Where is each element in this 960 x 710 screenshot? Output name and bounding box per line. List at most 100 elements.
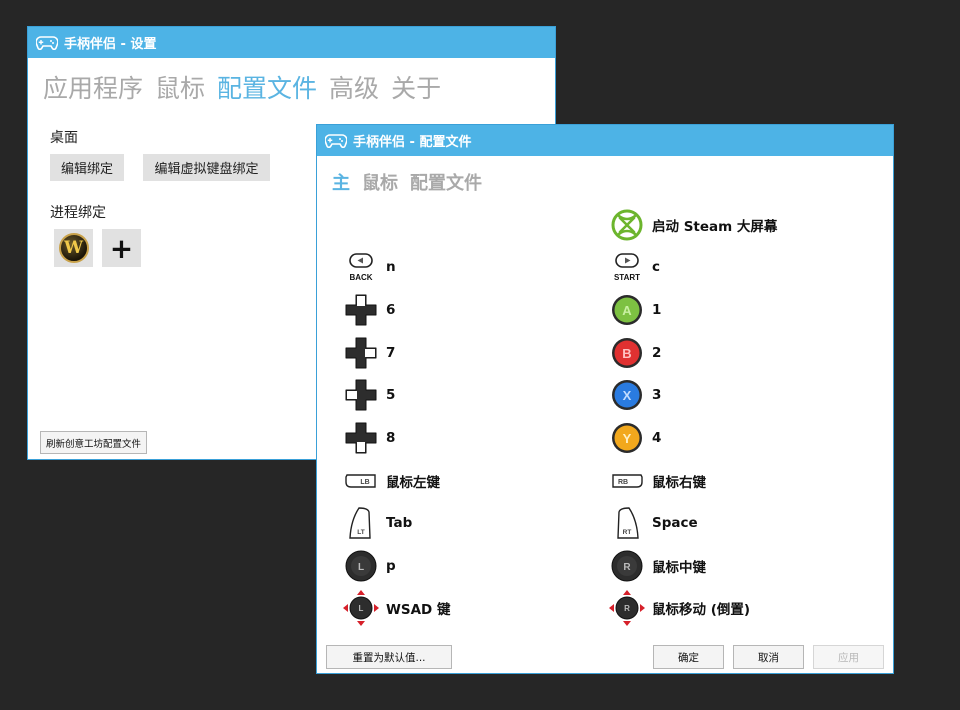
binding-row-x[interactable]: X 3 [607, 377, 661, 413]
tab-main[interactable]: 主 [332, 169, 350, 195]
binding-label: c [652, 259, 661, 275]
reset-defaults-button[interactable]: 重置为默认值... [326, 645, 452, 669]
right-stick-icon: R [607, 548, 647, 584]
binding-label: 5 [386, 387, 396, 403]
lb-bumper-icon: LB [341, 463, 381, 499]
dpad-left-icon [341, 377, 381, 413]
binding-row-back[interactable]: BACK n [341, 249, 396, 285]
dpad-up-icon [341, 292, 381, 328]
binding-label: 7 [386, 345, 396, 361]
wow-icon-letter: W [63, 238, 84, 258]
b-icon-text: B [622, 346, 631, 361]
binding-label: 8 [386, 430, 396, 446]
binding-row-y[interactable]: Y 4 [607, 420, 661, 456]
binding-row-dpad-down[interactable]: 8 [341, 420, 395, 456]
right-stick-icon-text: R [623, 562, 631, 573]
b-button-icon: B [607, 335, 647, 371]
edit-binding-button[interactable]: 编辑绑定 [50, 154, 124, 181]
wow-process-tile[interactable]: W [54, 229, 93, 267]
binding-label: 鼠标移动 (倒置) [652, 602, 751, 618]
binding-label: 鼠标中键 [652, 560, 706, 576]
binding-row-lt[interactable]: LT Tab [341, 505, 412, 541]
binding-label: p [386, 558, 396, 574]
binding-row-a[interactable]: A 1 [607, 292, 661, 328]
binding-label: 2 [652, 345, 662, 361]
binding-label: 鼠标左键 [386, 475, 440, 491]
tab-profiles[interactable]: 配置文件 [217, 69, 317, 105]
left-stick-icon: L [341, 548, 381, 584]
rb-bumper-icon: RB [607, 463, 647, 499]
settings-titlebar[interactable]: 手柄伴侣 - 设置 [28, 27, 555, 58]
binding-label: 启动 Steam 大屏幕 [652, 219, 778, 235]
a-button-icon: A [607, 292, 647, 328]
process-binding-label: 进程绑定 [50, 205, 106, 221]
binding-label: 6 [386, 302, 396, 318]
binding-row-left-stick-move[interactable]: L WSAD 键 [341, 590, 450, 626]
binding-label: WSAD 键 [386, 602, 451, 618]
xbox-guide-icon [607, 207, 647, 243]
profile-tabs: 主 鼠标 配置文件 [317, 156, 893, 195]
tab-profiles[interactable]: 配置文件 [410, 169, 482, 195]
binding-row-start[interactable]: START c [607, 249, 660, 285]
cancel-button[interactable]: 取消 [733, 645, 804, 669]
binding-label: Space [652, 515, 698, 531]
wow-icon: W [58, 233, 89, 263]
tab-applications[interactable]: 应用程序 [43, 69, 143, 105]
start-button-icon: START [607, 249, 647, 285]
profile-window: 手柄伴侣 - 配置文件 主 鼠标 配置文件 启动 Steam 大屏幕 BACK … [316, 124, 894, 674]
binding-row-left-stick-click[interactable]: L p [341, 548, 396, 584]
binding-label: 1 [652, 302, 662, 318]
ok-button[interactable]: 确定 [653, 645, 724, 669]
desktop-label: 桌面 [50, 130, 78, 146]
rt-trigger-icon: RT [607, 505, 647, 541]
start-icon-text: START [614, 273, 640, 282]
tab-mouse[interactable]: 鼠标 [362, 169, 398, 195]
binding-row-rt[interactable]: RT Space [607, 505, 698, 541]
binding-row-guide[interactable]: 启动 Steam 大屏幕 [607, 207, 777, 243]
profile-title: 手柄伴侣 - 配置文件 [353, 135, 472, 150]
binding-label: Tab [386, 515, 413, 531]
right-stick-move-icon-text: R [624, 604, 630, 613]
back-button-icon: BACK [341, 249, 381, 285]
lt-icon-text: LT [357, 529, 364, 536]
left-stick-icon-text: L [358, 562, 364, 573]
binding-label: n [386, 259, 396, 275]
binding-row-right-stick-click[interactable]: R 鼠标中键 [607, 548, 706, 584]
binding-label: 鼠标右键 [652, 475, 706, 491]
edit-vkb-binding-button[interactable]: 编辑虚拟键盘绑定 [143, 154, 270, 181]
settings-tabs: 应用程序 鼠标 配置文件 高级 关于 [28, 58, 555, 105]
gamepad-icon [36, 35, 58, 50]
binding-row-b[interactable]: B 2 [607, 335, 661, 371]
profile-titlebar[interactable]: 手柄伴侣 - 配置文件 [317, 125, 893, 156]
gamepad-icon [325, 133, 347, 148]
binding-row-right-stick-move[interactable]: R 鼠标移动 (倒置) [607, 590, 750, 626]
binding-label: 3 [652, 387, 662, 403]
tab-about[interactable]: 关于 [391, 69, 441, 105]
lt-trigger-icon: LT [341, 505, 381, 541]
binding-row-lb[interactable]: LB 鼠标左键 [341, 463, 440, 499]
lb-icon-text: LB [360, 479, 369, 486]
refresh-workshop-button[interactable]: 刷新创意工坊配置文件 [40, 431, 147, 454]
add-process-button[interactable]: + [102, 229, 141, 267]
binding-row-rb[interactable]: RB 鼠标右键 [607, 463, 706, 499]
apply-button: 应用 [813, 645, 884, 669]
y-icon-text: Y [623, 431, 632, 446]
x-icon-text: X [623, 388, 632, 403]
back-icon-text: BACK [349, 273, 372, 282]
left-stick-move-icon-text: L [359, 604, 364, 613]
right-stick-move-icon: R [607, 590, 647, 626]
binding-label: 4 [652, 430, 662, 446]
tab-advanced[interactable]: 高级 [329, 69, 379, 105]
left-stick-move-icon: L [341, 590, 381, 626]
settings-title: 手柄伴侣 - 设置 [64, 37, 157, 52]
binding-row-dpad-up[interactable]: 6 [341, 292, 395, 328]
dpad-right-icon [341, 335, 381, 371]
y-button-icon: Y [607, 420, 647, 456]
binding-row-dpad-left[interactable]: 5 [341, 377, 395, 413]
a-icon-text: A [622, 303, 632, 318]
x-button-icon: X [607, 377, 647, 413]
tab-mouse[interactable]: 鼠标 [155, 69, 205, 105]
rt-icon-text: RT [623, 529, 632, 536]
dpad-down-icon [341, 420, 381, 456]
binding-row-dpad-right[interactable]: 7 [341, 335, 395, 371]
